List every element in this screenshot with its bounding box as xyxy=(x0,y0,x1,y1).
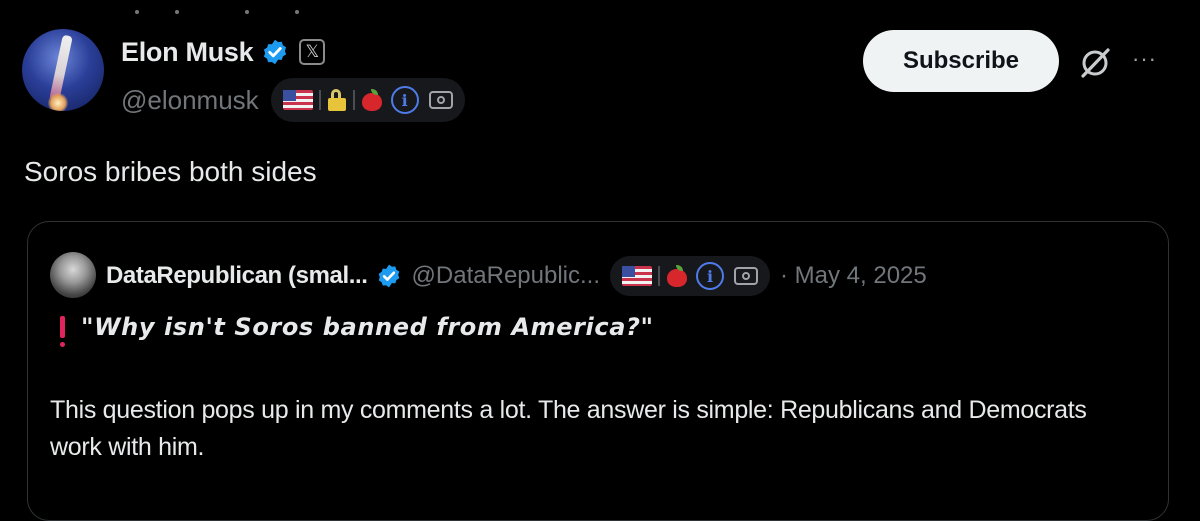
x-affiliation-icon[interactable]: 𝕏 xyxy=(299,39,326,65)
quoted-badges-pill: i xyxy=(610,256,770,296)
top-edge-fragment xyxy=(135,6,305,18)
camera-icon[interactable] xyxy=(428,91,453,109)
grok-icon[interactable] xyxy=(1078,46,1112,80)
quoted-author-name[interactable]: DataRepublican (smal... xyxy=(106,262,368,290)
author-handle[interactable]: @elonmusk xyxy=(121,85,259,116)
quoted-tweet-date[interactable]: · May 4, 2025 xyxy=(780,262,927,290)
lock-icon xyxy=(327,89,347,111)
author-handle-row: @elonmusk i xyxy=(121,78,465,122)
info-icon[interactable]: i xyxy=(390,86,419,114)
exclamation-icon xyxy=(60,316,65,347)
quoted-headline-row: "Why isn't Soros banned from America?" xyxy=(60,313,654,347)
quoted-headline: "Why isn't Soros banned from America?" xyxy=(81,313,654,341)
author-name[interactable]: Elon Musk xyxy=(121,37,254,68)
subscribe-button[interactable]: Subscribe xyxy=(863,30,1059,92)
quoted-author-avatar[interactable] xyxy=(50,252,96,298)
info-icon[interactable]: i xyxy=(696,262,724,290)
us-flag-icon xyxy=(282,90,313,110)
apple-icon xyxy=(361,89,383,111)
verified-badge-icon xyxy=(378,264,399,288)
quoted-author-row: DataRepublican (smal... @DataRepublic...… xyxy=(106,256,927,296)
us-flag-icon xyxy=(622,266,652,286)
quoted-body-text: This question pops up in my comments a l… xyxy=(50,396,1087,461)
quoted-author-handle[interactable]: @DataRepublic... xyxy=(412,262,600,290)
author-name-row: Elon Musk 𝕏 xyxy=(121,32,326,72)
camera-icon[interactable] xyxy=(734,267,758,285)
author-avatar[interactable] xyxy=(22,29,104,111)
author-badges-pill: i xyxy=(270,78,465,122)
apple-icon xyxy=(666,265,688,287)
more-options-icon[interactable]: ··· xyxy=(1132,46,1157,72)
tweet-text: Soros bribes both sides xyxy=(24,156,317,187)
verified-badge-icon xyxy=(264,39,287,65)
